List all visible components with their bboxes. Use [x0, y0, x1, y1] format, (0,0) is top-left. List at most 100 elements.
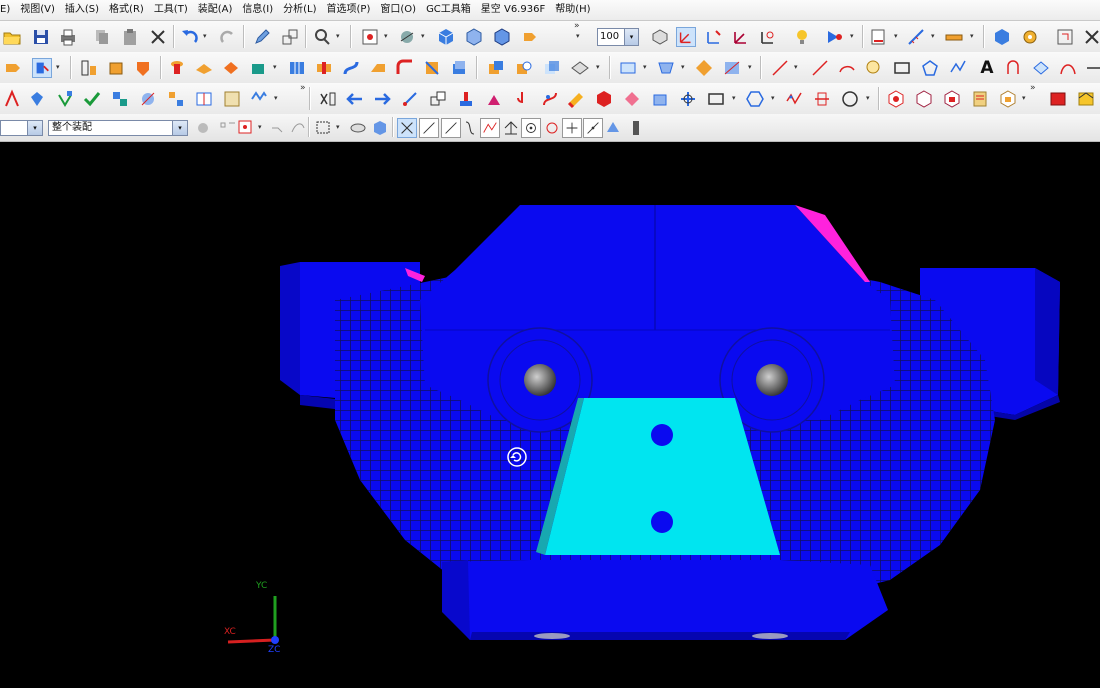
scale-body-icon[interactable]	[650, 89, 670, 109]
wave-link-dropdown-arrow[interactable]: ▾	[274, 94, 278, 102]
chevron-down-icon[interactable]: ▾	[172, 121, 187, 135]
motion-play-icon[interactable]	[824, 27, 844, 47]
render-style-dropdown-arrow[interactable]: ▾	[421, 32, 425, 40]
snap-point-constructor-icon[interactable]	[626, 118, 646, 138]
hexagon-dropdown-arrow[interactable]: ▾	[771, 94, 775, 102]
wcs-dynamic-icon[interactable]	[704, 27, 724, 47]
menu-information[interactable]: 信息(I)	[237, 0, 278, 20]
save-icon[interactable]	[31, 27, 51, 47]
type-filter-select[interactable]: ▾	[0, 120, 43, 136]
select-features-icon[interactable]	[218, 118, 238, 138]
red-block-icon[interactable]	[1048, 89, 1068, 109]
section-view-icon[interactable]	[678, 89, 698, 109]
undo-icon[interactable]	[180, 27, 200, 47]
insert-component-icon[interactable]	[886, 89, 906, 109]
fit-view-dropdown-arrow[interactable]: ▾	[384, 32, 388, 40]
snap-on-curve-icon[interactable]	[583, 118, 603, 138]
zoom-dropdown-arrow[interactable]: ▾	[336, 32, 340, 40]
paste-icon[interactable]	[120, 27, 140, 47]
hole-feature-icon[interactable]	[167, 58, 187, 78]
line-dropdown-arrow[interactable]: ▾	[794, 63, 798, 71]
view-cube-icon[interactable]	[370, 118, 390, 138]
toolbar-options-arrow[interactable]: ▾	[576, 32, 580, 40]
pad-dropdown-arrow[interactable]: ▾	[273, 63, 277, 71]
offset-curve-icon[interactable]	[1004, 58, 1024, 78]
snap-perpendicular-icon[interactable]	[501, 118, 521, 138]
menu-format[interactable]: 格式(R)	[104, 0, 149, 20]
redo-icon[interactable]	[218, 27, 238, 47]
pattern-dropdown-arrow[interactable]: ▾	[681, 63, 685, 71]
boss-feature-icon[interactable]	[194, 58, 214, 78]
new-component-icon[interactable]	[55, 89, 75, 109]
pad-feature-icon[interactable]	[248, 58, 268, 78]
reposition-component-icon[interactable]	[138, 89, 158, 109]
snap-dropdown-arrow[interactable]: ▾	[258, 123, 262, 131]
mate-component-icon[interactable]	[110, 89, 130, 109]
text-tool-icon[interactable]: A	[977, 58, 997, 78]
assembly-navigator-icon[interactable]	[2, 89, 22, 109]
edge-blend-icon[interactable]	[395, 58, 415, 78]
rectangle-select-dropdown-arrow[interactable]: ▾	[336, 123, 340, 131]
drawing-sheet-icon[interactable]	[869, 27, 889, 47]
menu-edit[interactable]: E)	[0, 0, 15, 20]
menu-insert[interactable]: 插入(S)	[60, 0, 104, 20]
wcs-rotate-icon[interactable]	[758, 27, 778, 47]
rectangle-tool-icon[interactable]	[892, 58, 912, 78]
point-tool-icon[interactable]	[512, 89, 532, 109]
undo-dropdown-arrow[interactable]: ▾	[203, 32, 207, 40]
layer-settings-icon[interactable]	[650, 27, 670, 47]
offset-face-icon[interactable]	[449, 58, 469, 78]
spline-tool-icon[interactable]	[864, 58, 884, 78]
cad-model-view[interactable]: YC XC ZC	[0, 142, 1100, 688]
chevron-down-icon[interactable]: ▾	[624, 29, 638, 45]
assembly-cube-icon[interactable]	[992, 27, 1012, 47]
close-part-icon[interactable]	[1082, 27, 1100, 47]
snap-point-icon[interactable]	[236, 118, 256, 138]
wavy-line-icon[interactable]	[784, 89, 804, 109]
box-select-dropdown-arrow[interactable]: ▾	[732, 94, 736, 102]
rectangle-select-icon[interactable]	[314, 118, 334, 138]
move-object-icon[interactable]	[400, 89, 420, 109]
extract-dropdown-arrow[interactable]: ▾	[748, 63, 752, 71]
yellow-block-icon[interactable]	[1076, 89, 1096, 109]
hide-icon[interactable]	[812, 89, 832, 109]
chamfer-feature-icon[interactable]	[368, 58, 388, 78]
toolbar-overflow-1[interactable]: »	[574, 21, 580, 31]
rectangle-sketch-icon[interactable]	[618, 58, 638, 78]
subtract-icon[interactable]	[514, 58, 534, 78]
ruler-icon[interactable]	[944, 27, 964, 47]
measure-distance-icon[interactable]	[906, 27, 926, 47]
snap-center-icon[interactable]	[521, 118, 541, 138]
circle-tool-icon[interactable]	[840, 89, 860, 109]
extrude-feature-icon[interactable]	[3, 58, 23, 78]
open-folder-icon[interactable]	[2, 27, 22, 47]
snap-endpoint-icon[interactable]	[397, 118, 417, 138]
shaded-cube-icon[interactable]	[436, 27, 456, 47]
red-cube-icon[interactable]	[594, 89, 614, 109]
graphics-viewport[interactable]: YC XC ZC	[0, 142, 1100, 688]
sew-dropdown-arrow[interactable]: ▾	[596, 63, 600, 71]
connected-curve-icon[interactable]	[268, 118, 288, 138]
zoom-percent-select[interactable]: 100 ▾	[597, 28, 639, 46]
revolve-dropdown-arrow[interactable]: ▾	[56, 63, 60, 71]
menu-xingkong-plugin[interactable]: 星空 V6.936F	[476, 0, 550, 20]
snap-face-icon[interactable]	[603, 118, 623, 138]
gear-settings-icon[interactable]	[1020, 27, 1040, 47]
snap-curve-icon[interactable]	[460, 118, 480, 138]
slot-feature-icon[interactable]	[287, 58, 307, 78]
ruler-dropdown-arrow[interactable]: ▾	[970, 32, 974, 40]
menu-analysis[interactable]: 分析(L)	[278, 0, 321, 20]
snap-quadrant-icon[interactable]	[542, 118, 562, 138]
mold-tool-icon[interactable]	[998, 89, 1018, 109]
toolbar-overflow-2[interactable]: »	[300, 83, 306, 93]
refresh-frame-icon[interactable]	[1055, 27, 1075, 47]
render-style-icon[interactable]	[397, 27, 417, 47]
copy-icon[interactable]	[92, 27, 112, 47]
print-icon[interactable]	[58, 27, 78, 47]
pencil-edit-icon[interactable]	[252, 27, 272, 47]
menu-view[interactable]: 视图(V)	[15, 0, 60, 20]
arrow-right-icon[interactable]	[372, 89, 392, 109]
mirror-assembly-icon[interactable]	[194, 89, 214, 109]
menu-preferences[interactable]: 首选项(P)	[322, 0, 376, 20]
intersect-icon[interactable]	[542, 58, 562, 78]
